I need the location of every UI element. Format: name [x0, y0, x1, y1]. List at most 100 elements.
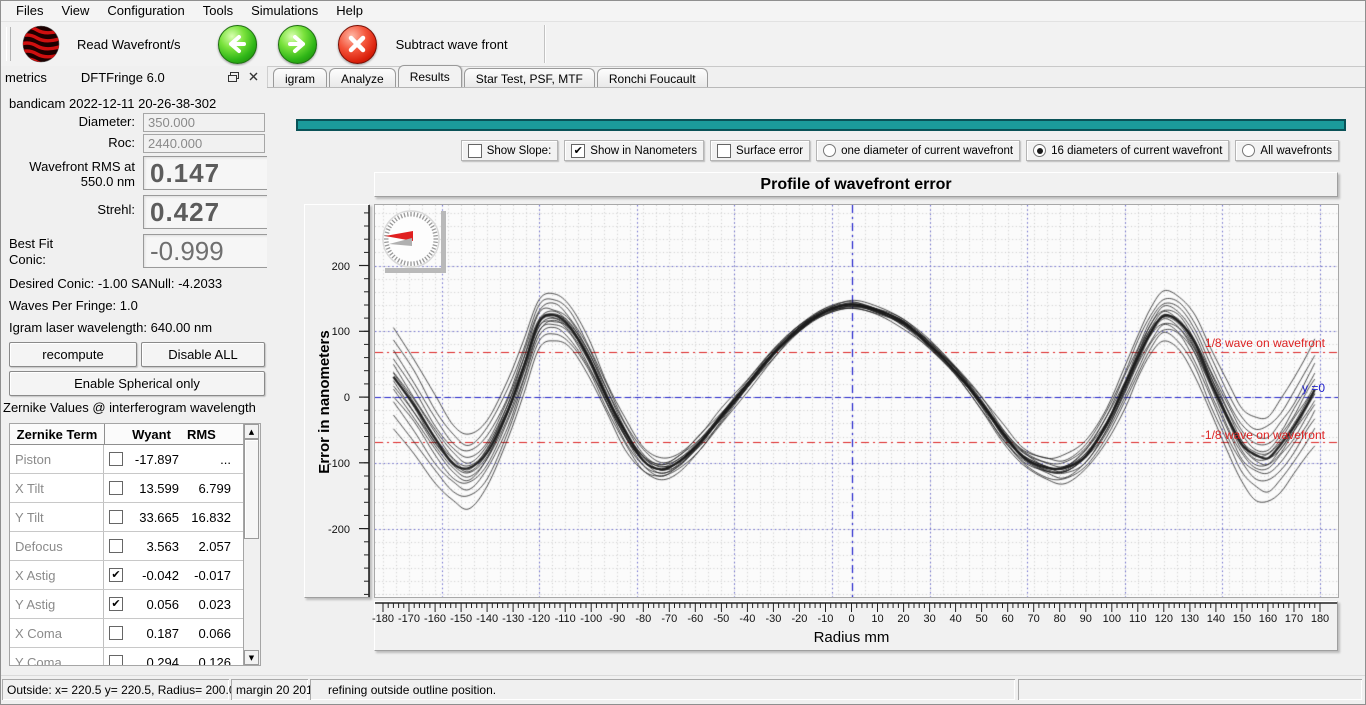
zernike-checkbox[interactable] — [109, 655, 123, 666]
read-wavefront-label: Read Wavefront/s — [77, 37, 181, 52]
scroll-up-icon[interactable]: ▲ — [244, 424, 259, 439]
metrics-dock-panel: metrics DFTFringe 6.0 bandicam 2022-12-1… — [1, 66, 268, 676]
dock-titlebar[interactable]: metrics DFTFringe 6.0 — [1, 66, 267, 88]
zernike-checkbox[interactable] — [109, 510, 123, 524]
x-tick-label: 180 — [1311, 613, 1329, 625]
zernike-checkbox[interactable] — [109, 481, 123, 495]
recompute-button[interactable]: recompute — [9, 342, 137, 367]
rms-header[interactable]: RMS — [187, 427, 216, 442]
zernike-table-scrollbar[interactable]: ▲ ▼ — [243, 424, 260, 665]
zernike-term: X Astig — [10, 561, 104, 589]
status-outline-position: Outside: x= 220.5 y= 220.5, Radius= 200.… — [2, 679, 229, 700]
tab-ronchi-foucault[interactable]: Ronchi Foucault — [597, 68, 708, 87]
x-tick-label: 10 — [871, 613, 883, 625]
wavefront-profile-plot[interactable]: 1/8 wave on wavefront y =0 -1/8 wave on … — [374, 204, 1339, 598]
zernike-checkbox[interactable] — [109, 568, 123, 582]
menu-item-tools[interactable]: Tools — [194, 2, 242, 20]
metrics-panel: bandicam 2022-12-11 20-26-38-302 Diamete… — [1, 88, 267, 676]
diameter-field[interactable]: 350.000 — [143, 113, 265, 132]
zernike-term-header[interactable]: Zernike Term — [10, 424, 105, 444]
x-axis-label: Radius mm — [814, 629, 890, 646]
checkbox-show-in-nanometers[interactable]: Show in Nanometers — [564, 140, 704, 161]
zernike-row-y-tilt[interactable]: Y Tilt33.66516.832 — [10, 503, 243, 532]
y-tick-label: 200 — [332, 261, 350, 273]
previous-wavefront-button[interactable] — [218, 25, 257, 64]
waves-per-fringe-line: Waves Per Fringe: 1.0 — [9, 298, 138, 313]
x-axis-ruler — [375, 602, 1337, 613]
next-wavefront-button[interactable] — [278, 25, 317, 64]
main-tab-widget: igramAnalyzeResultsStar Test, PSF, MTFRo… — [267, 66, 1365, 676]
control-label: Surface error — [736, 145, 803, 157]
zernike-row-x-tilt[interactable]: X Tilt13.5996.799 — [10, 474, 243, 503]
delete-wavefront-button[interactable] — [338, 25, 377, 64]
scrollbar-thumb[interactable] — [244, 439, 259, 539]
menu-item-files[interactable]: Files — [7, 2, 52, 20]
zernike-checkbox[interactable] — [109, 539, 123, 553]
x-tick-label: -170 — [398, 613, 420, 625]
menu-item-simulations[interactable]: Simulations — [242, 2, 327, 20]
tab-star-test-psf-mtf[interactable]: Star Test, PSF, MTF — [464, 68, 595, 87]
enable-spherical-only-button[interactable]: Enable Spherical only — [9, 371, 265, 396]
zernike-row-x-astig[interactable]: X Astig-0.042-0.017 — [10, 561, 243, 590]
zernike-checkbox[interactable] — [109, 597, 123, 611]
tab-analyze[interactable]: Analyze — [329, 68, 396, 87]
checkbox-show-slope[interactable]: Show Slope: — [461, 140, 559, 161]
zernike-wyant-value: 33.665 — [123, 510, 179, 525]
checkbox-icon[interactable] — [717, 144, 731, 158]
zernike-wyant-value: 0.294 — [123, 655, 179, 667]
control-label: 16 diameters of current wavefront — [1051, 145, 1222, 157]
zernike-row-x-coma[interactable]: X Coma0.1870.066 — [10, 619, 243, 648]
y-tick-label: 100 — [332, 326, 350, 338]
y-tick-label: -100 — [328, 458, 350, 470]
zernike-table: Zernike Term Wyant RMS Piston-17.897...X… — [9, 423, 261, 666]
x-tick-label: 90 — [1080, 613, 1092, 625]
dock-close-icon[interactable] — [245, 69, 261, 84]
checkbox-icon[interactable] — [468, 144, 482, 158]
x-tick-label: -150 — [450, 613, 472, 625]
zernike-row-y-coma[interactable]: Y Coma0.2940.126 — [10, 648, 243, 666]
radio-one-diameter-of-current-wavefront[interactable]: one diameter of current wavefront — [816, 140, 1020, 161]
radio-16-diameters-of-current-wavefront[interactable]: 16 diameters of current wavefront — [1026, 140, 1229, 161]
tab-igram[interactable]: igram — [273, 68, 327, 87]
x-tick-label: 20 — [897, 613, 909, 625]
x-tick-label: -160 — [424, 613, 446, 625]
wyant-header[interactable]: Wyant — [132, 427, 171, 442]
menu-item-view[interactable]: View — [52, 2, 98, 20]
x-tick-label: 60 — [1002, 613, 1014, 625]
subtract-wavefront-label: Subtract wave front — [396, 37, 508, 52]
toolbar-drag-handle[interactable] — [6, 27, 11, 61]
radio-all-wavefronts[interactable]: All wavefronts — [1235, 140, 1339, 161]
radio-icon[interactable] — [823, 144, 836, 157]
zernike-term: Y Tilt — [10, 503, 104, 531]
menu-item-configuration[interactable]: Configuration — [98, 2, 193, 20]
control-label: Show Slope: — [487, 145, 552, 157]
zernike-term: Y Astig — [10, 590, 104, 618]
zernike-wyant-value: -17.897 — [123, 452, 179, 467]
disable-all-button[interactable]: Disable ALL — [141, 342, 265, 367]
x-tick-label: 80 — [1054, 613, 1066, 625]
checkbox-icon[interactable] — [571, 144, 585, 158]
zernike-row-y-astig[interactable]: Y Astig0.0560.023 — [10, 590, 243, 619]
dock-float-icon[interactable] — [225, 69, 241, 84]
radio-icon[interactable] — [1242, 144, 1255, 157]
x-tick-label: 170 — [1285, 613, 1303, 625]
x-tick-label: -120 — [528, 613, 550, 625]
menu-item-help[interactable]: Help — [327, 2, 372, 20]
zernike-row-defocus[interactable]: Defocus3.5632.057 — [10, 532, 243, 561]
radio-icon[interactable] — [1033, 144, 1046, 157]
roc-field[interactable]: 2440.000 — [143, 134, 265, 153]
zernike-row-piston[interactable]: Piston-17.897... — [10, 445, 243, 474]
tab-results[interactable]: Results — [398, 65, 462, 87]
x-tick-label: 110 — [1129, 613, 1147, 625]
x-tick-label: 150 — [1233, 613, 1251, 625]
x-tick-label: -30 — [765, 613, 781, 625]
x-tick-label: 70 — [1028, 613, 1040, 625]
zernike-checkbox[interactable] — [109, 452, 123, 466]
arrow-left-icon — [226, 33, 248, 55]
rotation-dial-icon[interactable] — [379, 209, 449, 275]
zernike-rms-value: 6.799 — [179, 481, 231, 496]
zernike-checkbox[interactable] — [109, 626, 123, 640]
zernike-rms-value: 0.126 — [179, 655, 231, 667]
checkbox-surface-error[interactable]: Surface error — [710, 140, 810, 161]
scroll-down-icon[interactable]: ▼ — [244, 650, 259, 665]
